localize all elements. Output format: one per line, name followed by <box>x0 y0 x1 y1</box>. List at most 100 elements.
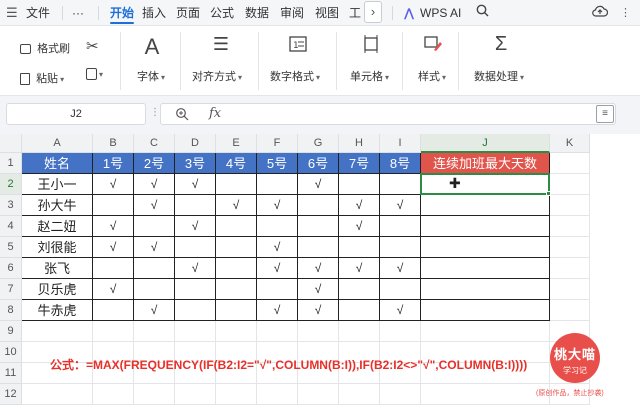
check-cell[interactable] <box>216 300 257 321</box>
search-icon[interactable] <box>476 4 489 22</box>
header-max-consecutive-days[interactable]: 连续加班最大天数 <box>421 153 550 174</box>
check-cell[interactable] <box>257 279 298 300</box>
cell[interactable] <box>216 384 257 405</box>
cell[interactable] <box>298 321 339 342</box>
cloud-upload-icon[interactable] <box>592 4 609 22</box>
check-cell[interactable]: √ <box>134 300 175 321</box>
check-cell[interactable] <box>134 279 175 300</box>
check-cell[interactable] <box>339 300 380 321</box>
column-header-e[interactable]: E <box>216 134 257 153</box>
cell[interactable] <box>339 321 380 342</box>
column-header-b[interactable]: B <box>93 134 134 153</box>
check-cell[interactable]: √ <box>134 237 175 258</box>
check-cell[interactable] <box>216 174 257 195</box>
result-cell[interactable] <box>421 258 550 279</box>
check-cell[interactable] <box>216 216 257 237</box>
cell[interactable] <box>380 384 421 405</box>
check-cell[interactable]: √ <box>257 258 298 279</box>
check-cell[interactable]: √ <box>257 300 298 321</box>
cell-button[interactable]: 单元格 ▾ <box>350 68 389 84</box>
check-cell[interactable] <box>298 237 339 258</box>
number-format-icon[interactable]: 1 <box>287 34 309 59</box>
header-day-4[interactable]: 4号 <box>216 153 257 174</box>
check-cell[interactable]: √ <box>380 258 421 279</box>
cell[interactable] <box>550 258 590 279</box>
cell[interactable] <box>257 384 298 405</box>
check-cell[interactable] <box>339 279 380 300</box>
tab-insert[interactable]: 插入 <box>142 4 166 22</box>
row-header-7[interactable]: 7 <box>0 279 22 300</box>
check-cell[interactable]: √ <box>175 174 216 195</box>
row-header-9[interactable]: 9 <box>0 321 22 342</box>
tab-review[interactable]: 审阅 <box>280 4 304 22</box>
more-options-icon[interactable]: ⋮ <box>620 4 631 22</box>
number-format-button[interactable]: 数字格式 ▾ <box>270 68 320 84</box>
check-cell[interactable]: √ <box>257 237 298 258</box>
check-cell[interactable] <box>175 195 216 216</box>
check-cell[interactable]: √ <box>93 216 134 237</box>
check-cell[interactable] <box>257 174 298 195</box>
column-header-d[interactable]: D <box>175 134 216 153</box>
check-cell[interactable] <box>93 300 134 321</box>
check-cell[interactable] <box>216 237 257 258</box>
cell[interactable] <box>550 174 590 195</box>
check-cell[interactable] <box>380 237 421 258</box>
cell[interactable] <box>175 384 216 405</box>
format-painter-button[interactable]: 格式刷 <box>20 40 70 56</box>
result-cell[interactable] <box>421 300 550 321</box>
row-header-3[interactable]: 3 <box>0 195 22 216</box>
column-header-h[interactable]: H <box>339 134 380 153</box>
name-cell[interactable]: 张飞 <box>22 258 93 279</box>
check-cell[interactable]: √ <box>93 237 134 258</box>
check-cell[interactable] <box>175 300 216 321</box>
sum-icon[interactable]: Σ <box>490 33 512 56</box>
check-cell[interactable] <box>298 195 339 216</box>
column-header-f[interactable]: F <box>257 134 298 153</box>
check-cell[interactable] <box>298 216 339 237</box>
check-cell[interactable]: √ <box>216 195 257 216</box>
check-cell[interactable]: √ <box>175 258 216 279</box>
name-cell[interactable]: 赵二妞 <box>22 216 93 237</box>
check-cell[interactable] <box>380 174 421 195</box>
cell[interactable] <box>550 279 590 300</box>
check-cell[interactable] <box>339 237 380 258</box>
cell[interactable] <box>22 321 93 342</box>
row-header-10[interactable]: 10 <box>0 342 22 363</box>
cell[interactable] <box>339 384 380 405</box>
row-header-2[interactable]: 2 <box>0 174 22 195</box>
column-header-a[interactable]: A <box>22 134 93 153</box>
header-day-2[interactable]: 2号 <box>134 153 175 174</box>
check-cell[interactable] <box>380 279 421 300</box>
result-cell[interactable] <box>421 216 550 237</box>
check-cell[interactable]: √ <box>339 216 380 237</box>
header-day-8[interactable]: 8号 <box>380 153 421 174</box>
cell-icon[interactable] <box>360 34 382 59</box>
header-day-7[interactable]: 7号 <box>339 153 380 174</box>
cell[interactable] <box>550 195 590 216</box>
check-cell[interactable] <box>257 216 298 237</box>
row-header-6[interactable]: 6 <box>0 258 22 279</box>
check-cell[interactable]: √ <box>380 300 421 321</box>
row-header-1[interactable]: 1 <box>0 153 22 174</box>
header-day-6[interactable]: 6号 <box>298 153 339 174</box>
cell[interactable] <box>22 384 93 405</box>
check-cell[interactable]: √ <box>175 216 216 237</box>
name-cell[interactable]: 牛赤虎 <box>22 300 93 321</box>
check-cell[interactable] <box>380 216 421 237</box>
check-cell[interactable]: √ <box>339 195 380 216</box>
cell[interactable] <box>550 216 590 237</box>
row-header-5[interactable]: 5 <box>0 237 22 258</box>
font-button[interactable]: 字体 ▾ <box>137 68 165 84</box>
check-cell[interactable]: √ <box>134 195 175 216</box>
data-processing-button[interactable]: 数据处理 ▾ <box>474 68 524 84</box>
formula-input[interactable]: fx <box>160 103 616 125</box>
cell[interactable] <box>550 153 590 174</box>
result-cell[interactable] <box>421 279 550 300</box>
check-cell[interactable] <box>175 237 216 258</box>
tabs-scroll-right-button[interactable]: › <box>364 1 382 23</box>
zoom-search-icon[interactable] <box>175 107 189 124</box>
check-cell[interactable] <box>216 258 257 279</box>
wps-ai-button[interactable]: WPS AI <box>420 4 461 22</box>
check-cell[interactable]: √ <box>298 174 339 195</box>
check-cell[interactable] <box>216 279 257 300</box>
